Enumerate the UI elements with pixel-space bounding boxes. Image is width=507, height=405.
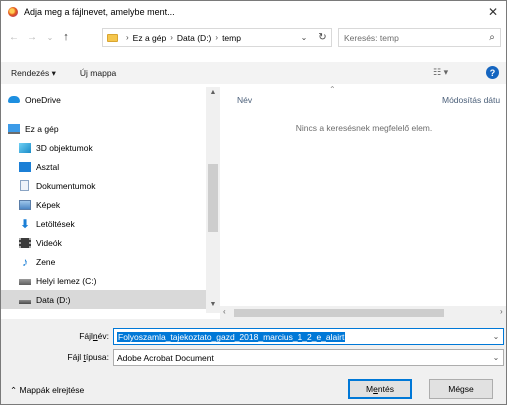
- nav-item-label: OneDrive: [25, 94, 61, 105]
- column-modified[interactable]: Módosítás dátu: [442, 95, 500, 105]
- nav-item-music[interactable]: ♪ Zene: [1, 252, 206, 271]
- search-box[interactable]: Keresés: temp ⌕: [338, 28, 501, 47]
- scroll-right-icon[interactable]: ›: [500, 307, 503, 316]
- pictures-icon: [19, 199, 31, 210]
- save-dialog: Adja meg a fájlnevet, amelybe ment... ✕ …: [0, 0, 507, 405]
- chevron-down-icon[interactable]: ⌄: [489, 332, 503, 341]
- desktop-icon: [19, 161, 31, 172]
- sort-indicator-icon: ⌃: [329, 85, 336, 94]
- column-headers: Név ⌃ Módosítás dátu: [220, 85, 506, 109]
- refresh-icon[interactable]: ↻: [313, 32, 331, 43]
- nav-item-downloads[interactable]: ⬇ Letöltések: [1, 214, 206, 233]
- view-options-button[interactable]: ☷ ▾: [433, 67, 448, 78]
- nav-item-data-d[interactable]: Data (D:): [1, 290, 206, 309]
- save-button[interactable]: Me ntés: [348, 379, 412, 399]
- nav-item-label: Képek: [36, 199, 61, 210]
- hide-folders-label: Mappák elrejtése: [19, 385, 85, 395]
- search-icon[interactable]: ⌕: [484, 32, 500, 43]
- forward-button[interactable]: →: [25, 27, 39, 47]
- documents-icon: [20, 180, 29, 191]
- nav-item-label: Data (D:): [36, 294, 71, 305]
- address-bar[interactable]: › Ez a gép › Data (D:) › temp ⌄ ↻: [102, 28, 332, 47]
- nav-item-label: Asztal: [36, 161, 60, 172]
- filename-row: Fájlnév: Folyoszamla_tajekoztato_gazd_20…: [1, 328, 506, 345]
- navigation-pane: OneDrive Ez a gép 3D objektumok Asztal D…: [1, 87, 220, 313]
- nav-item-desktop[interactable]: Asztal: [1, 157, 206, 176]
- nav-item-label: Helyi lemez (C:): [36, 275, 97, 286]
- nav-item-this-pc[interactable]: Ez a gép: [1, 119, 206, 138]
- nav-item-local-disk-c[interactable]: Helyi lemez (C:): [1, 271, 206, 290]
- nav-item-label: Zene: [36, 256, 56, 267]
- folder-icon: [107, 33, 118, 42]
- filetype-select[interactable]: Adobe Acrobat Document ⌄: [113, 349, 504, 366]
- close-button[interactable]: ✕: [480, 1, 506, 23]
- new-folder-button[interactable]: Új mappa: [80, 68, 116, 78]
- drive-icon: [19, 299, 31, 304]
- nav-item-documents[interactable]: Dokumentumok: [1, 176, 206, 195]
- nav-item-pictures[interactable]: Képek: [1, 195, 206, 214]
- empty-message: Nincs a keresésnek megfelelő elem.: [295, 123, 433, 133]
- file-list: Név ⌃ Módosítás dátu Nincs a keresésnek …: [220, 85, 506, 320]
- nav-item-label: Ez a gép: [25, 123, 59, 134]
- videos-icon: [19, 237, 31, 248]
- address-row: ← → ⌄ ↑ › Ez a gép › Data (D:) › temp ⌄ …: [1, 25, 506, 49]
- cancel-button[interactable]: Mégse: [429, 379, 493, 399]
- nav-item-onedrive[interactable]: OneDrive: [1, 90, 206, 109]
- filename-label: Fájlnév:: [79, 331, 109, 341]
- up-button[interactable]: ↑: [59, 27, 73, 47]
- chevron-down-icon[interactable]: ⌄: [489, 353, 503, 362]
- hide-folders-toggle[interactable]: ⌃ Mappák elrejtése: [10, 385, 84, 396]
- scroll-left-icon[interactable]: ‹: [223, 307, 226, 316]
- 3d-objects-icon: [19, 142, 31, 153]
- nav-item-label: Dokumentumok: [36, 180, 96, 191]
- search-input[interactable]: Keresés: temp: [344, 33, 399, 43]
- column-name[interactable]: Név: [237, 95, 252, 105]
- filetype-label: Fájl típusa:: [67, 352, 109, 362]
- firefox-icon: [8, 7, 18, 17]
- chevron-right-icon: ›: [215, 33, 219, 42]
- save-form: Fájlnév: Folyoszamla_tajekoztato_gazd_20…: [1, 319, 506, 404]
- title-bar: Adja meg a fájlnevet, amelybe ment... ✕: [1, 1, 506, 23]
- chevron-right-icon: ›: [126, 33, 129, 42]
- breadcrumb-this-pc[interactable]: Ez a gép: [133, 33, 167, 43]
- chevron-up-icon: ⌃: [10, 385, 18, 395]
- horizontal-scroll-thumb[interactable]: [234, 309, 444, 317]
- help-button[interactable]: ?: [486, 66, 499, 79]
- horizontal-scrollbar[interactable]: ‹ ›: [220, 306, 506, 320]
- nav-scrollbar[interactable]: ▲ ▼: [206, 87, 220, 313]
- nav-item-videos[interactable]: Videók: [1, 233, 206, 252]
- nav-scroll-thumb[interactable]: [208, 164, 218, 232]
- drive-icon: [19, 279, 31, 285]
- recent-locations-button[interactable]: ⌄: [43, 27, 57, 47]
- filename-input[interactable]: Folyoszamla_tajekoztato_gazd_2018_marciu…: [117, 331, 346, 342]
- scroll-down-icon[interactable]: ▼: [206, 301, 220, 308]
- filetype-value: Adobe Acrobat Document: [117, 352, 214, 363]
- organize-button[interactable]: Rendezés ▾: [11, 68, 56, 79]
- scroll-up-icon[interactable]: ▲: [206, 89, 220, 96]
- nav-item-label: 3D objektumok: [36, 142, 93, 153]
- nav-item-label: Videók: [36, 237, 62, 248]
- chevron-right-icon: ›: [170, 33, 173, 42]
- music-note-icon: ♪: [22, 254, 28, 269]
- computer-icon: [8, 123, 20, 134]
- nav-item-3d-objects[interactable]: 3D objektumok: [1, 138, 206, 157]
- filename-field[interactable]: Folyoszamla_tajekoztato_gazd_2018_marciu…: [113, 328, 504, 345]
- command-bar: Rendezés ▾ Új mappa ☷ ▾ ?: [1, 62, 506, 84]
- window-title: Adja meg a fájlnevet, amelybe ment...: [24, 7, 175, 17]
- back-button[interactable]: ←: [7, 27, 21, 47]
- nav-item-label: Letöltések: [36, 218, 75, 229]
- filetype-row: Fájl típusa: Adobe Acrobat Document ⌄: [1, 349, 506, 366]
- cloud-icon: [8, 96, 20, 103]
- address-dropdown-icon[interactable]: ⌄: [295, 33, 313, 42]
- breadcrumb-data-d[interactable]: Data (D:): [177, 33, 211, 43]
- breadcrumb-temp[interactable]: temp: [222, 33, 241, 43]
- download-arrow-icon: ⬇: [19, 216, 31, 231]
